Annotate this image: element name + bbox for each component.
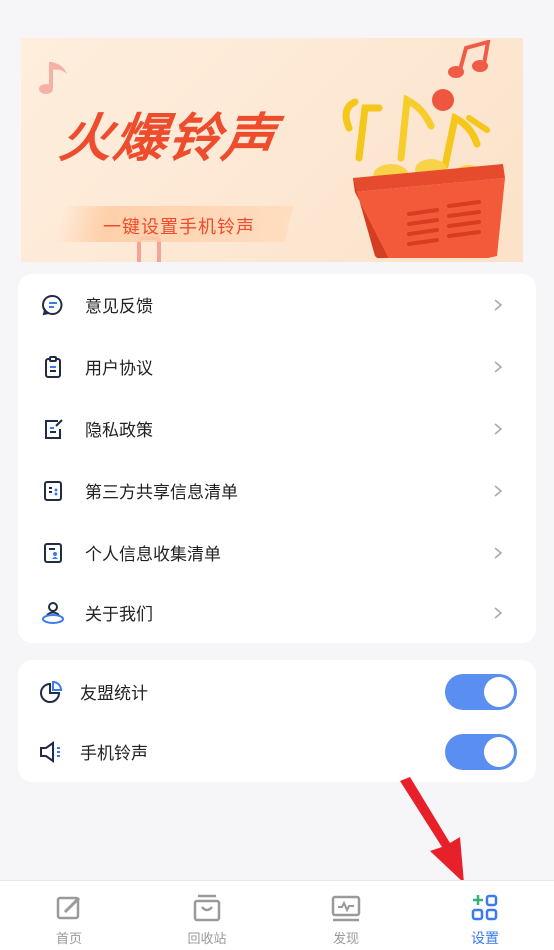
menu-item-label: 第三方共享信息清单	[85, 483, 238, 503]
toggle-knob	[484, 736, 514, 767]
nav-item-settings[interactable]: 设置	[416, 881, 554, 950]
menu-item-feedback[interactable]: 意见反馈	[18, 274, 536, 335]
about-icon	[40, 600, 66, 626]
banner-title: 火爆铃声	[56, 109, 281, 169]
edit-document-icon	[40, 416, 66, 442]
chevron-right-icon	[494, 422, 503, 435]
ringtone-toggle[interactable]	[445, 733, 517, 770]
arrow-pointer-icon	[400, 777, 464, 883]
umeng-toggle[interactable]	[445, 673, 517, 710]
nav-label: 设置	[471, 931, 499, 947]
ringtone-banner[interactable]: 火爆铃声 一键设置手机铃声	[21, 38, 523, 262]
toggle-label: 手机铃声	[80, 744, 148, 764]
nav-label: 首页	[55, 932, 82, 947]
menu-item-personal-info[interactable]: 个人信息收集清单	[18, 522, 536, 583]
menu-card: 意见反馈 用户协议 隐私政策 第三方共享信息清单 个人信息收集清单 关于我们	[18, 274, 536, 643]
clipboard-icon	[40, 354, 66, 380]
gift-box-illustration	[342, 89, 505, 258]
share-list-icon	[40, 478, 66, 504]
banner-subtitle: 一键设置手机铃声	[103, 217, 255, 238]
toggle-label: 友盟统计	[80, 684, 148, 704]
pie-chart-icon	[38, 679, 64, 705]
toggle-row-umeng: 友盟统计	[18, 661, 536, 722]
personal-info-icon	[40, 540, 66, 566]
toggle-card: 友盟统计 手机铃声	[18, 660, 536, 782]
chevron-right-icon	[494, 546, 503, 559]
nav-item-discover[interactable]: 发现	[277, 881, 415, 950]
menu-item-about-us[interactable]: 关于我们	[18, 582, 536, 643]
nav-item-recycle-bin[interactable]: 回收站	[138, 881, 276, 950]
speaker-icon	[38, 739, 64, 765]
toggle-row-ringtone: 手机铃声	[18, 721, 536, 782]
nav-item-home[interactable]: 首页	[0, 881, 138, 950]
menu-item-label: 用户协议	[85, 359, 153, 379]
recycle-bin-icon	[193, 894, 221, 922]
menu-item-user-agreement[interactable]: 用户协议	[18, 336, 536, 397]
chevron-right-icon	[494, 606, 503, 619]
music-note-icon	[39, 62, 67, 94]
chevron-right-icon	[494, 484, 503, 497]
menu-item-label: 意见反馈	[85, 297, 153, 317]
menu-item-label: 关于我们	[85, 605, 153, 625]
edit-icon	[56, 896, 81, 920]
menu-item-privacy-policy[interactable]: 隐私政策	[18, 398, 536, 459]
toggle-knob	[484, 676, 514, 707]
menu-item-label: 个人信息收集清单	[85, 545, 221, 565]
nav-label: 发现	[332, 932, 359, 947]
feedback-icon	[40, 292, 66, 318]
menu-item-label: 隐私政策	[85, 421, 153, 441]
bottom-nav: 首页 回收站 发现 设置	[0, 880, 554, 950]
menu-item-third-party-sharing[interactable]: 第三方共享信息清单	[18, 460, 536, 521]
grid-plus-icon	[471, 894, 498, 921]
nav-label: 回收站	[187, 932, 227, 947]
chevron-right-icon	[494, 360, 503, 373]
chevron-right-icon	[494, 298, 503, 311]
monitor-icon	[331, 895, 361, 922]
